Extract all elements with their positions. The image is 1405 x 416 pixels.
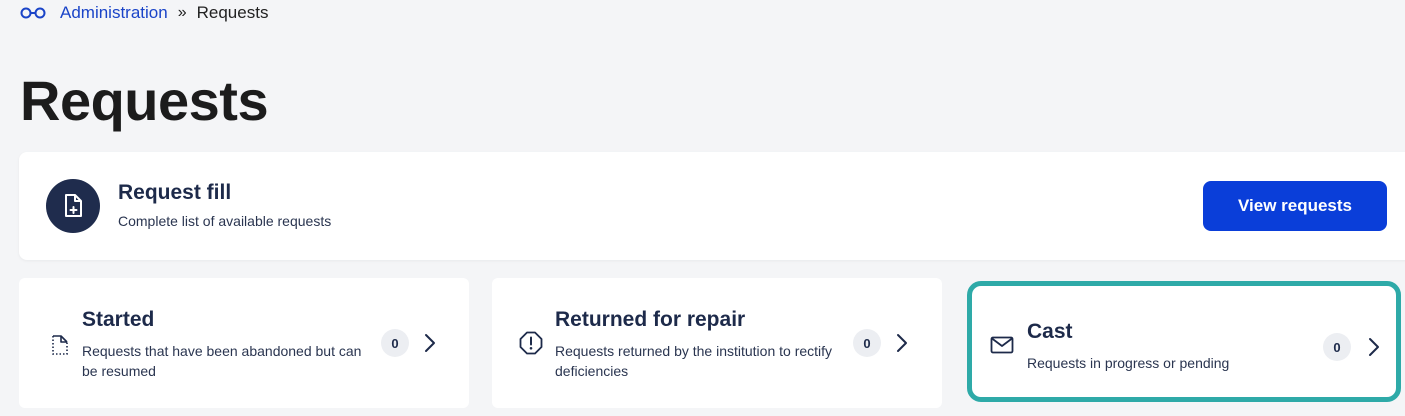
file-dashed-icon [52,335,68,355]
count-badge: 0 [853,329,881,357]
envelope-icon [990,336,1014,354]
status-card-title: Started [82,308,155,331]
chevron-right-icon[interactable] [423,333,437,353]
status-card-description: Requests returned by the institution to … [555,343,833,379]
chevron-right-icon[interactable] [895,333,909,353]
status-card-description: Requests in progress or pending [1027,355,1230,371]
request-fill-card: Request fill Complete list of available … [19,152,1405,260]
page-title: Requests [20,69,269,132]
request-fill-title: Request fill [118,181,232,204]
breadcrumb-link-administration[interactable]: Administration [60,3,168,23]
breadcrumb-current: Requests [196,3,269,22]
request-fill-subtitle: Complete list of available requests [118,213,332,229]
breadcrumb-separator: » [177,4,187,21]
count-badge: 0 [381,329,409,357]
count-badge: 0 [1323,333,1351,361]
glasses-icon [20,7,46,19]
status-card-started[interactable]: Started Requests that have been abandone… [19,278,469,408]
status-card-description: Requests that have been abandoned but ca… [82,343,362,379]
view-requests-button[interactable]: View requests [1203,181,1387,231]
status-card-cast[interactable]: Cast Requests in progress or pending 0 [967,281,1401,402]
status-card-title: Returned for repair [555,308,746,331]
file-plus-icon [46,179,100,233]
alert-octagon-icon [519,331,543,355]
status-card-title: Cast [1027,320,1073,343]
breadcrumb: Administration » Requests [20,2,268,24]
chevron-right-icon[interactable] [1367,337,1381,357]
status-card-returned-for-repair[interactable]: Returned for repair Requests returned by… [492,278,942,408]
